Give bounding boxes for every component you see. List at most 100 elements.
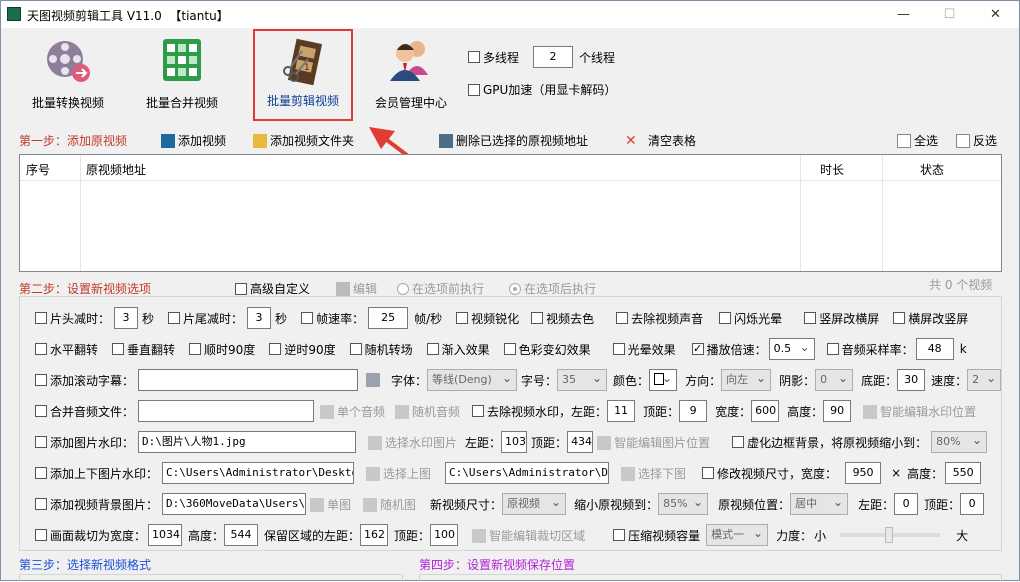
shrink-select[interactable]: 85%: [658, 492, 709, 515]
wm-width-input[interactable]: 600: [751, 400, 780, 422]
remove-audio-checkbox[interactable]: [616, 312, 629, 324]
keep-top-input[interactable]: 100: [430, 524, 459, 546]
framerate-checkbox[interactable]: [301, 312, 314, 324]
hflip-checkbox[interactable]: [35, 343, 47, 355]
color-fx-checkbox[interactable]: [503, 343, 516, 355]
trim-head-input[interactable]: 3: [114, 307, 139, 329]
blur-scale-select[interactable]: 80%: [931, 430, 988, 453]
size-select[interactable]: 35: [557, 368, 608, 391]
crop-height-input[interactable]: 544: [224, 524, 259, 546]
position-select[interactable]: 居中: [790, 492, 849, 515]
img-top-input[interactable]: 434: [567, 431, 594, 453]
choose-top-button[interactable]: 选择上图: [366, 465, 431, 482]
blur-bg-checkbox[interactable]: [732, 436, 745, 448]
bg-top-input[interactable]: 0: [960, 493, 985, 515]
image-wm-path-input[interactable]: D:\图片\人物1.jpg: [138, 431, 357, 453]
scroll-speed-select[interactable]: 2: [967, 368, 1002, 391]
video-table[interactable]: 序号 原视频地址 时长 状态: [19, 154, 1002, 272]
resize-height-input[interactable]: 550: [945, 462, 982, 484]
resize-checkbox[interactable]: [702, 467, 715, 479]
trim-tail-input[interactable]: 3: [247, 307, 272, 329]
new-size-select[interactable]: 原视频: [502, 492, 567, 515]
wm-left-input[interactable]: 11: [607, 400, 636, 422]
framerate-input[interactable]: 25: [368, 307, 409, 329]
vflip-checkbox[interactable]: [112, 343, 125, 355]
cw90-checkbox[interactable]: [189, 343, 202, 355]
v2h-checkbox[interactable]: [804, 312, 817, 324]
ccw90-checkbox[interactable]: [269, 343, 282, 355]
remove-watermark-checkbox[interactable]: [472, 405, 485, 417]
topbottom-checkbox[interactable]: [35, 467, 47, 479]
add-folder-button[interactable]: 添加视频文件夹: [253, 132, 354, 149]
sample-rate-input[interactable]: 48: [915, 338, 954, 360]
smart-watermark-button[interactable]: 智能编辑水印位置: [863, 403, 976, 420]
bg-image-checkbox[interactable]: [35, 498, 47, 510]
keep-left-input[interactable]: 162: [360, 524, 389, 546]
maximize-button[interactable]: ☐: [927, 1, 972, 28]
threads-input[interactable]: 2: [533, 46, 574, 68]
trim-tail-checkbox[interactable]: [168, 312, 181, 324]
multithread-checkbox[interactable]: [468, 51, 480, 63]
compress-mode-select[interactable]: 模式一: [706, 523, 769, 546]
invert-button[interactable]: 反选: [956, 132, 997, 149]
single-image-button[interactable]: 单图: [310, 496, 351, 513]
bg-left-input[interactable]: 0: [894, 493, 919, 515]
decolor-checkbox[interactable]: [531, 312, 544, 324]
batch-convert-button[interactable]: 批量转换视频: [23, 29, 113, 121]
text-edit-icon[interactable]: [366, 373, 381, 387]
gpu-checkbox[interactable]: [468, 83, 480, 96]
slider-thumb[interactable]: [885, 527, 894, 543]
speed-select[interactable]: 0.5: [768, 337, 815, 360]
smart-crop-button[interactable]: 智能编辑裁切区域: [472, 527, 585, 544]
light-fx-checkbox[interactable]: [612, 343, 625, 355]
edit-button[interactable]: 编辑: [336, 280, 377, 297]
col-path[interactable]: 原视频地址: [86, 161, 146, 178]
batch-edit-button[interactable]: 1 批量剪辑视频: [253, 29, 353, 121]
scroll-sub-checkbox[interactable]: [35, 374, 47, 386]
member-center-button[interactable]: 会员管理中心: [369, 29, 453, 121]
random-transition-checkbox[interactable]: [349, 343, 362, 355]
random-audio-button[interactable]: 随机音频: [395, 403, 460, 420]
before-radio[interactable]: [397, 282, 409, 295]
batch-merge-button[interactable]: 批量合并视频: [137, 29, 227, 121]
speed-checkbox[interactable]: [691, 343, 704, 355]
after-radio[interactable]: [509, 282, 521, 295]
top-image-input[interactable]: C:\Users\Administrator\Desktop\: [162, 462, 355, 484]
smart-image-button[interactable]: 智能编辑图片位置: [597, 434, 710, 451]
color-select[interactable]: [649, 368, 678, 391]
crop-checkbox[interactable]: [35, 529, 47, 541]
trim-head-checkbox[interactable]: [35, 312, 47, 324]
resize-width-input[interactable]: 950: [845, 462, 882, 484]
random-image-button[interactable]: 随机图: [363, 496, 416, 513]
select-all-button[interactable]: 全选: [897, 132, 938, 149]
bottom-image-input[interactable]: C:\Users\Administrator\Desk: [445, 462, 610, 484]
add-video-button[interactable]: 添加视频: [161, 132, 226, 149]
wm-top-input[interactable]: 9: [679, 400, 708, 422]
delete-selected-button[interactable]: 删除已选择的原视频地址: [439, 132, 588, 149]
wm-height-input[interactable]: 90: [823, 400, 852, 422]
crop-width-input[interactable]: 1034: [148, 524, 183, 546]
strength-slider[interactable]: [840, 527, 941, 543]
bg-image-input[interactable]: D:\360MoveData\Users\Adm: [162, 493, 307, 515]
shadow-select[interactable]: 0: [815, 368, 854, 391]
merge-audio-checkbox[interactable]: [35, 405, 47, 417]
scroll-sub-input[interactable]: [138, 369, 359, 391]
compress-checkbox[interactable]: [613, 529, 626, 541]
advanced-checkbox[interactable]: [235, 282, 247, 295]
h2v-checkbox[interactable]: [893, 312, 906, 324]
img-left-input[interactable]: 1030: [501, 431, 528, 453]
fade-checkbox[interactable]: [426, 343, 439, 355]
col-index[interactable]: 序号: [26, 161, 50, 178]
bottom-input[interactable]: 30: [897, 369, 926, 391]
choose-bottom-button[interactable]: 选择下图: [621, 465, 686, 482]
merge-audio-input[interactable]: [138, 400, 315, 422]
minimize-button[interactable]: —: [881, 1, 926, 28]
close-button[interactable]: ✕: [973, 1, 1018, 28]
flash-checkbox[interactable]: [719, 312, 732, 324]
col-duration[interactable]: 时长: [820, 161, 844, 178]
sharpen-checkbox[interactable]: [456, 312, 469, 324]
clear-table-button[interactable]: ✕ 清空表格: [625, 132, 696, 149]
font-select[interactable]: 等线(Deng): [427, 368, 518, 391]
image-wm-checkbox[interactable]: [35, 436, 47, 448]
direction-select[interactable]: 向左: [721, 368, 772, 391]
